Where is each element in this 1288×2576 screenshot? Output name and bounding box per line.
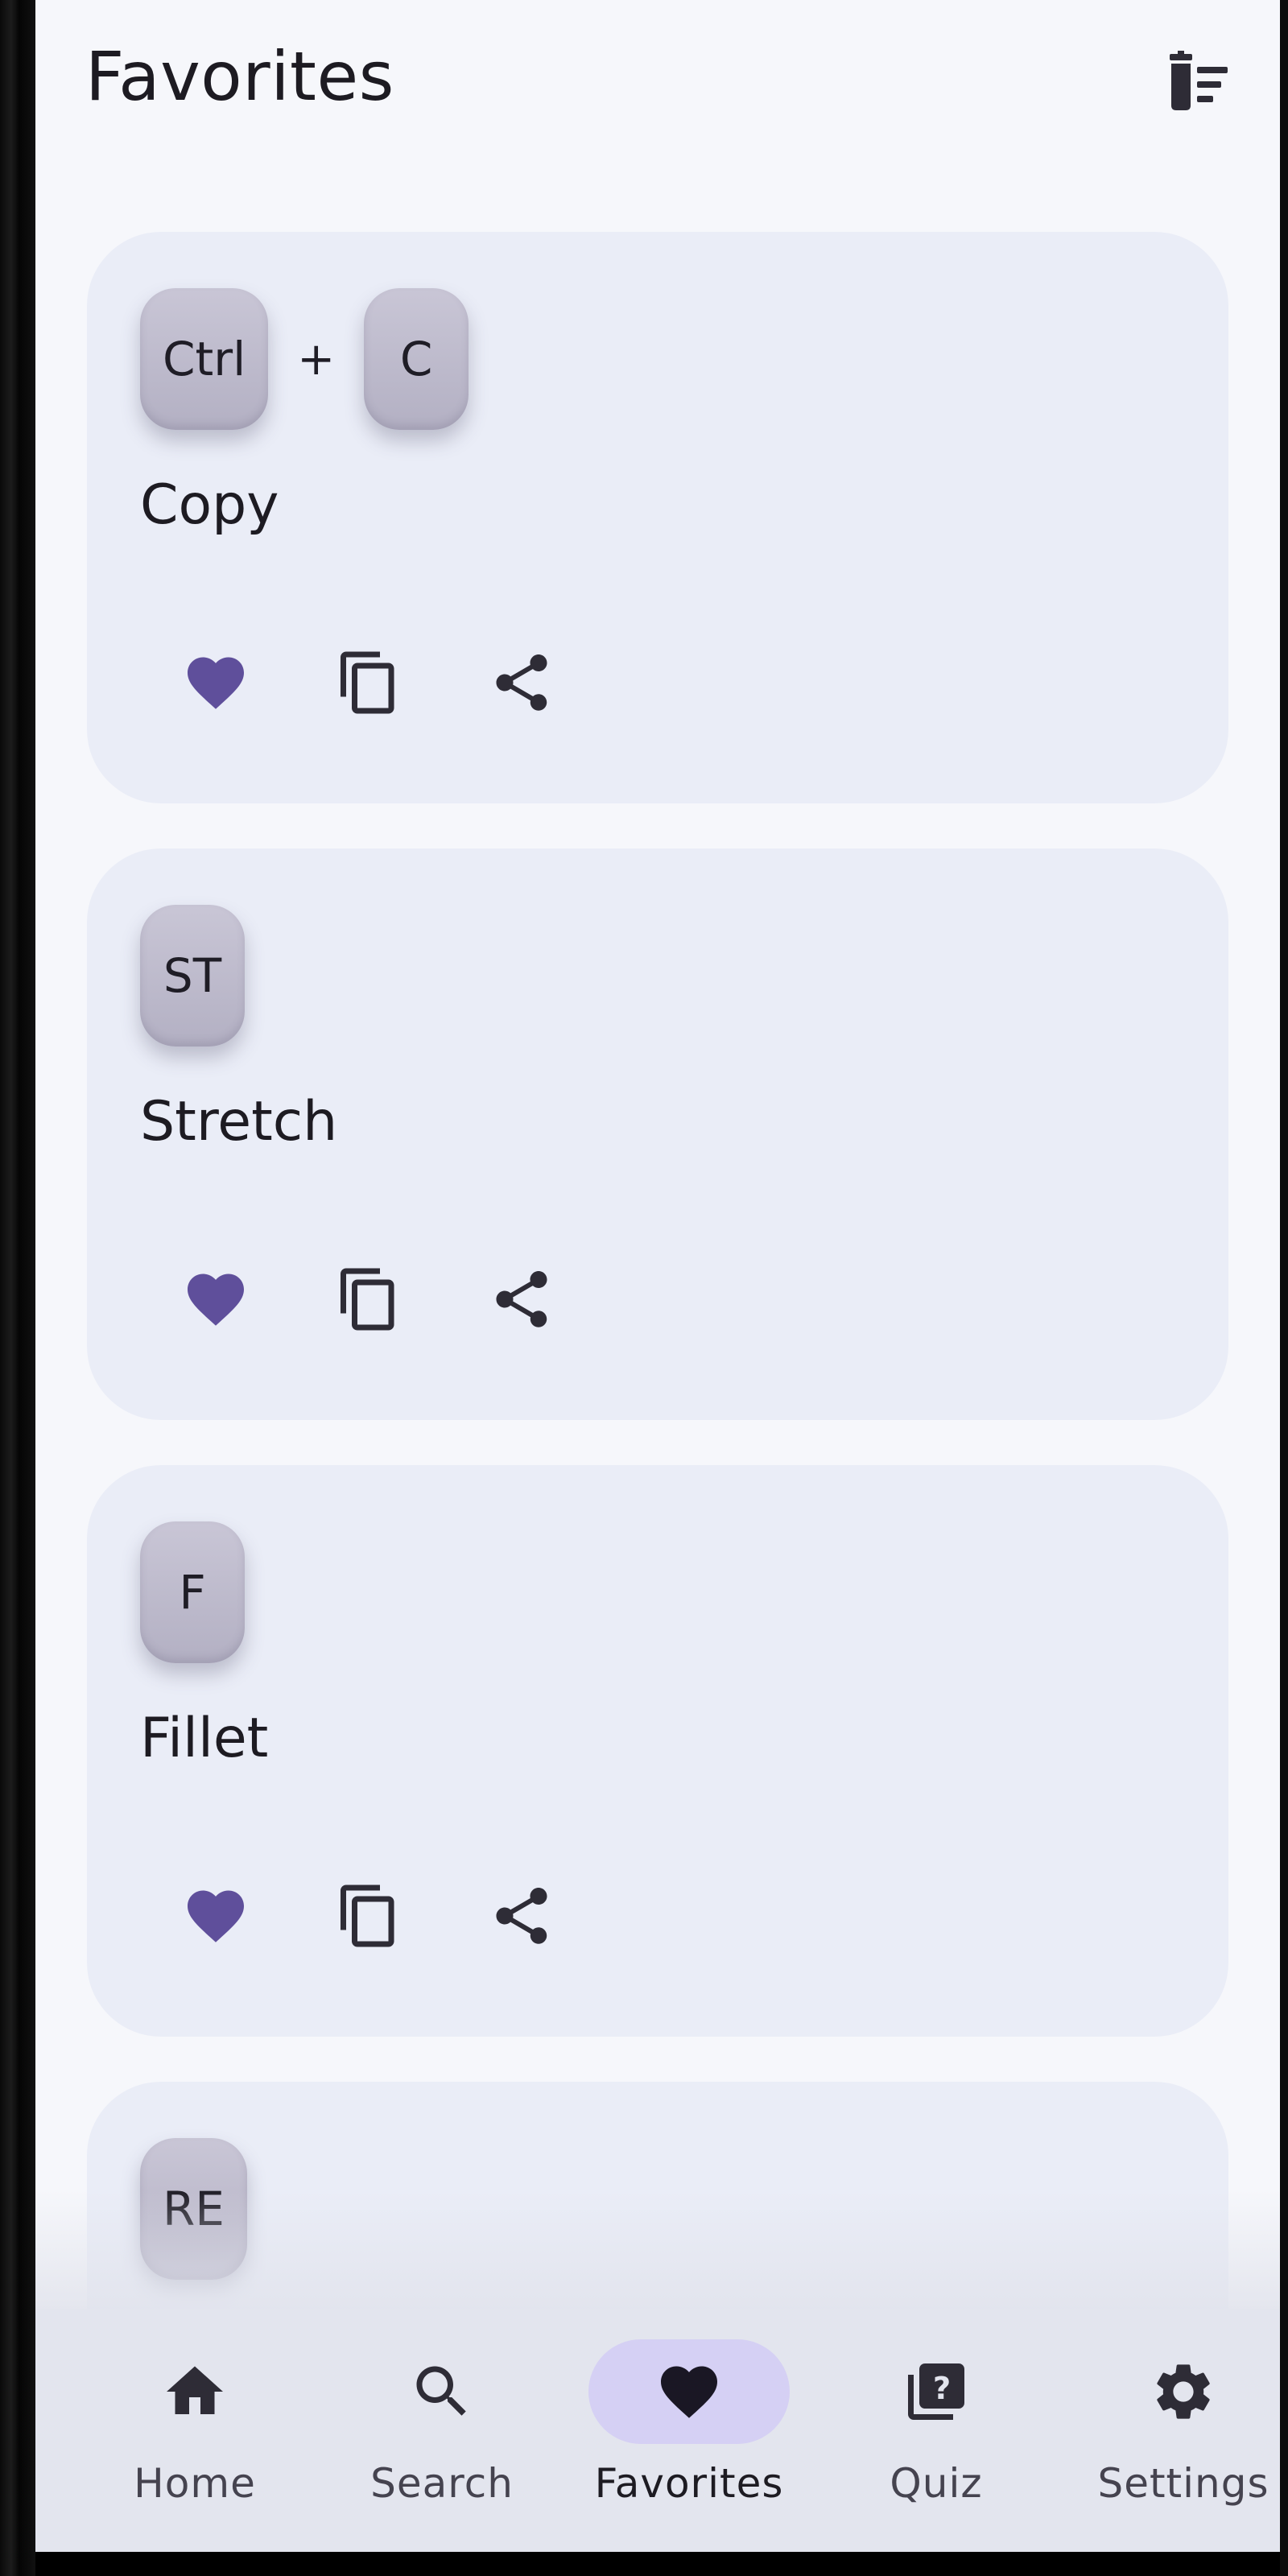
nav-icon-container <box>1083 2339 1280 2444</box>
copy-icon <box>341 1885 394 1947</box>
share-icon <box>496 1271 547 1327</box>
nav-icon-container <box>94 2339 295 2444</box>
nav-label-search: Search <box>370 2460 514 2507</box>
card-actions <box>151 618 586 747</box>
heart-icon <box>188 1890 244 1942</box>
nav-home[interactable]: Home <box>74 2339 316 2533</box>
shortcut-label: Stretch <box>140 1090 338 1154</box>
nav-label-quiz: Quiz <box>890 2460 983 2507</box>
favorite-card: F Fillet <box>87 1465 1228 2037</box>
unfavorite-button[interactable] <box>151 1852 280 1980</box>
nav-label-home: Home <box>134 2460 256 2507</box>
heart-icon <box>661 2366 717 2418</box>
nav-label-settings: Settings <box>1097 2460 1269 2507</box>
nav-icon-container: ? <box>836 2339 1037 2444</box>
shortcut-keys: F <box>140 1521 245 1663</box>
nav-favorites[interactable]: Favorites <box>568 2339 810 2533</box>
share-button[interactable] <box>457 1852 586 1980</box>
gear-icon <box>1157 2364 1210 2419</box>
shortcut-keys: ST <box>140 905 245 1046</box>
quiz-icon: ? <box>908 2363 964 2420</box>
keycap: C <box>364 288 469 430</box>
nav-label-favorites: Favorites <box>594 2460 784 2507</box>
app-screen: Favorites Ctrl + C Copy ST Stretch F Fil… <box>35 0 1280 2552</box>
home-icon <box>167 2366 223 2414</box>
heart-icon <box>188 657 244 709</box>
copy-icon <box>341 651 394 714</box>
copy-button[interactable] <box>304 618 433 747</box>
copy-button[interactable] <box>304 1852 433 1980</box>
shortcut-keys: Ctrl + C <box>140 288 469 430</box>
nav-settings[interactable]: Settings <box>1063 2339 1280 2533</box>
keycap: ST <box>140 905 245 1046</box>
phone-bezel-right <box>1280 0 1288 2576</box>
nav-active-indicator <box>588 2339 790 2444</box>
nav-icon-container <box>341 2339 543 2444</box>
keycap: F <box>140 1521 245 1663</box>
copy-icon <box>341 1268 394 1331</box>
card-actions <box>151 1852 586 1980</box>
share-icon <box>496 1888 547 1944</box>
share-icon <box>496 654 547 711</box>
shortcut-label: Copy <box>140 473 279 537</box>
scroll-fade <box>35 2190 1280 2310</box>
shortcut-label: Fillet <box>140 1707 269 1770</box>
keycap: Ctrl <box>140 288 269 430</box>
phone-bezel <box>0 0 35 2576</box>
nav-search[interactable]: Search <box>321 2339 563 2533</box>
bottom-navigation-bar: Home Search Favorites ? Quiz Settings <box>35 2309 1280 2552</box>
unfavorite-button[interactable] <box>151 1235 280 1364</box>
nav-quiz[interactable]: ? Quiz <box>815 2339 1057 2533</box>
card-actions <box>151 1235 586 1364</box>
share-button[interactable] <box>457 618 586 747</box>
favorite-card: ST Stretch <box>87 848 1228 1420</box>
svg-text:?: ? <box>933 2371 951 2407</box>
favorites-list: Ctrl + C Copy ST Stretch F Fillet <box>35 0 1280 2552</box>
favorite-card: Ctrl + C Copy <box>87 232 1228 803</box>
key-separator: + <box>297 332 336 386</box>
share-button[interactable] <box>457 1235 586 1364</box>
copy-button[interactable] <box>304 1235 433 1364</box>
unfavorite-button[interactable] <box>151 618 280 747</box>
heart-icon <box>188 1274 244 1326</box>
search-icon <box>416 2366 466 2416</box>
